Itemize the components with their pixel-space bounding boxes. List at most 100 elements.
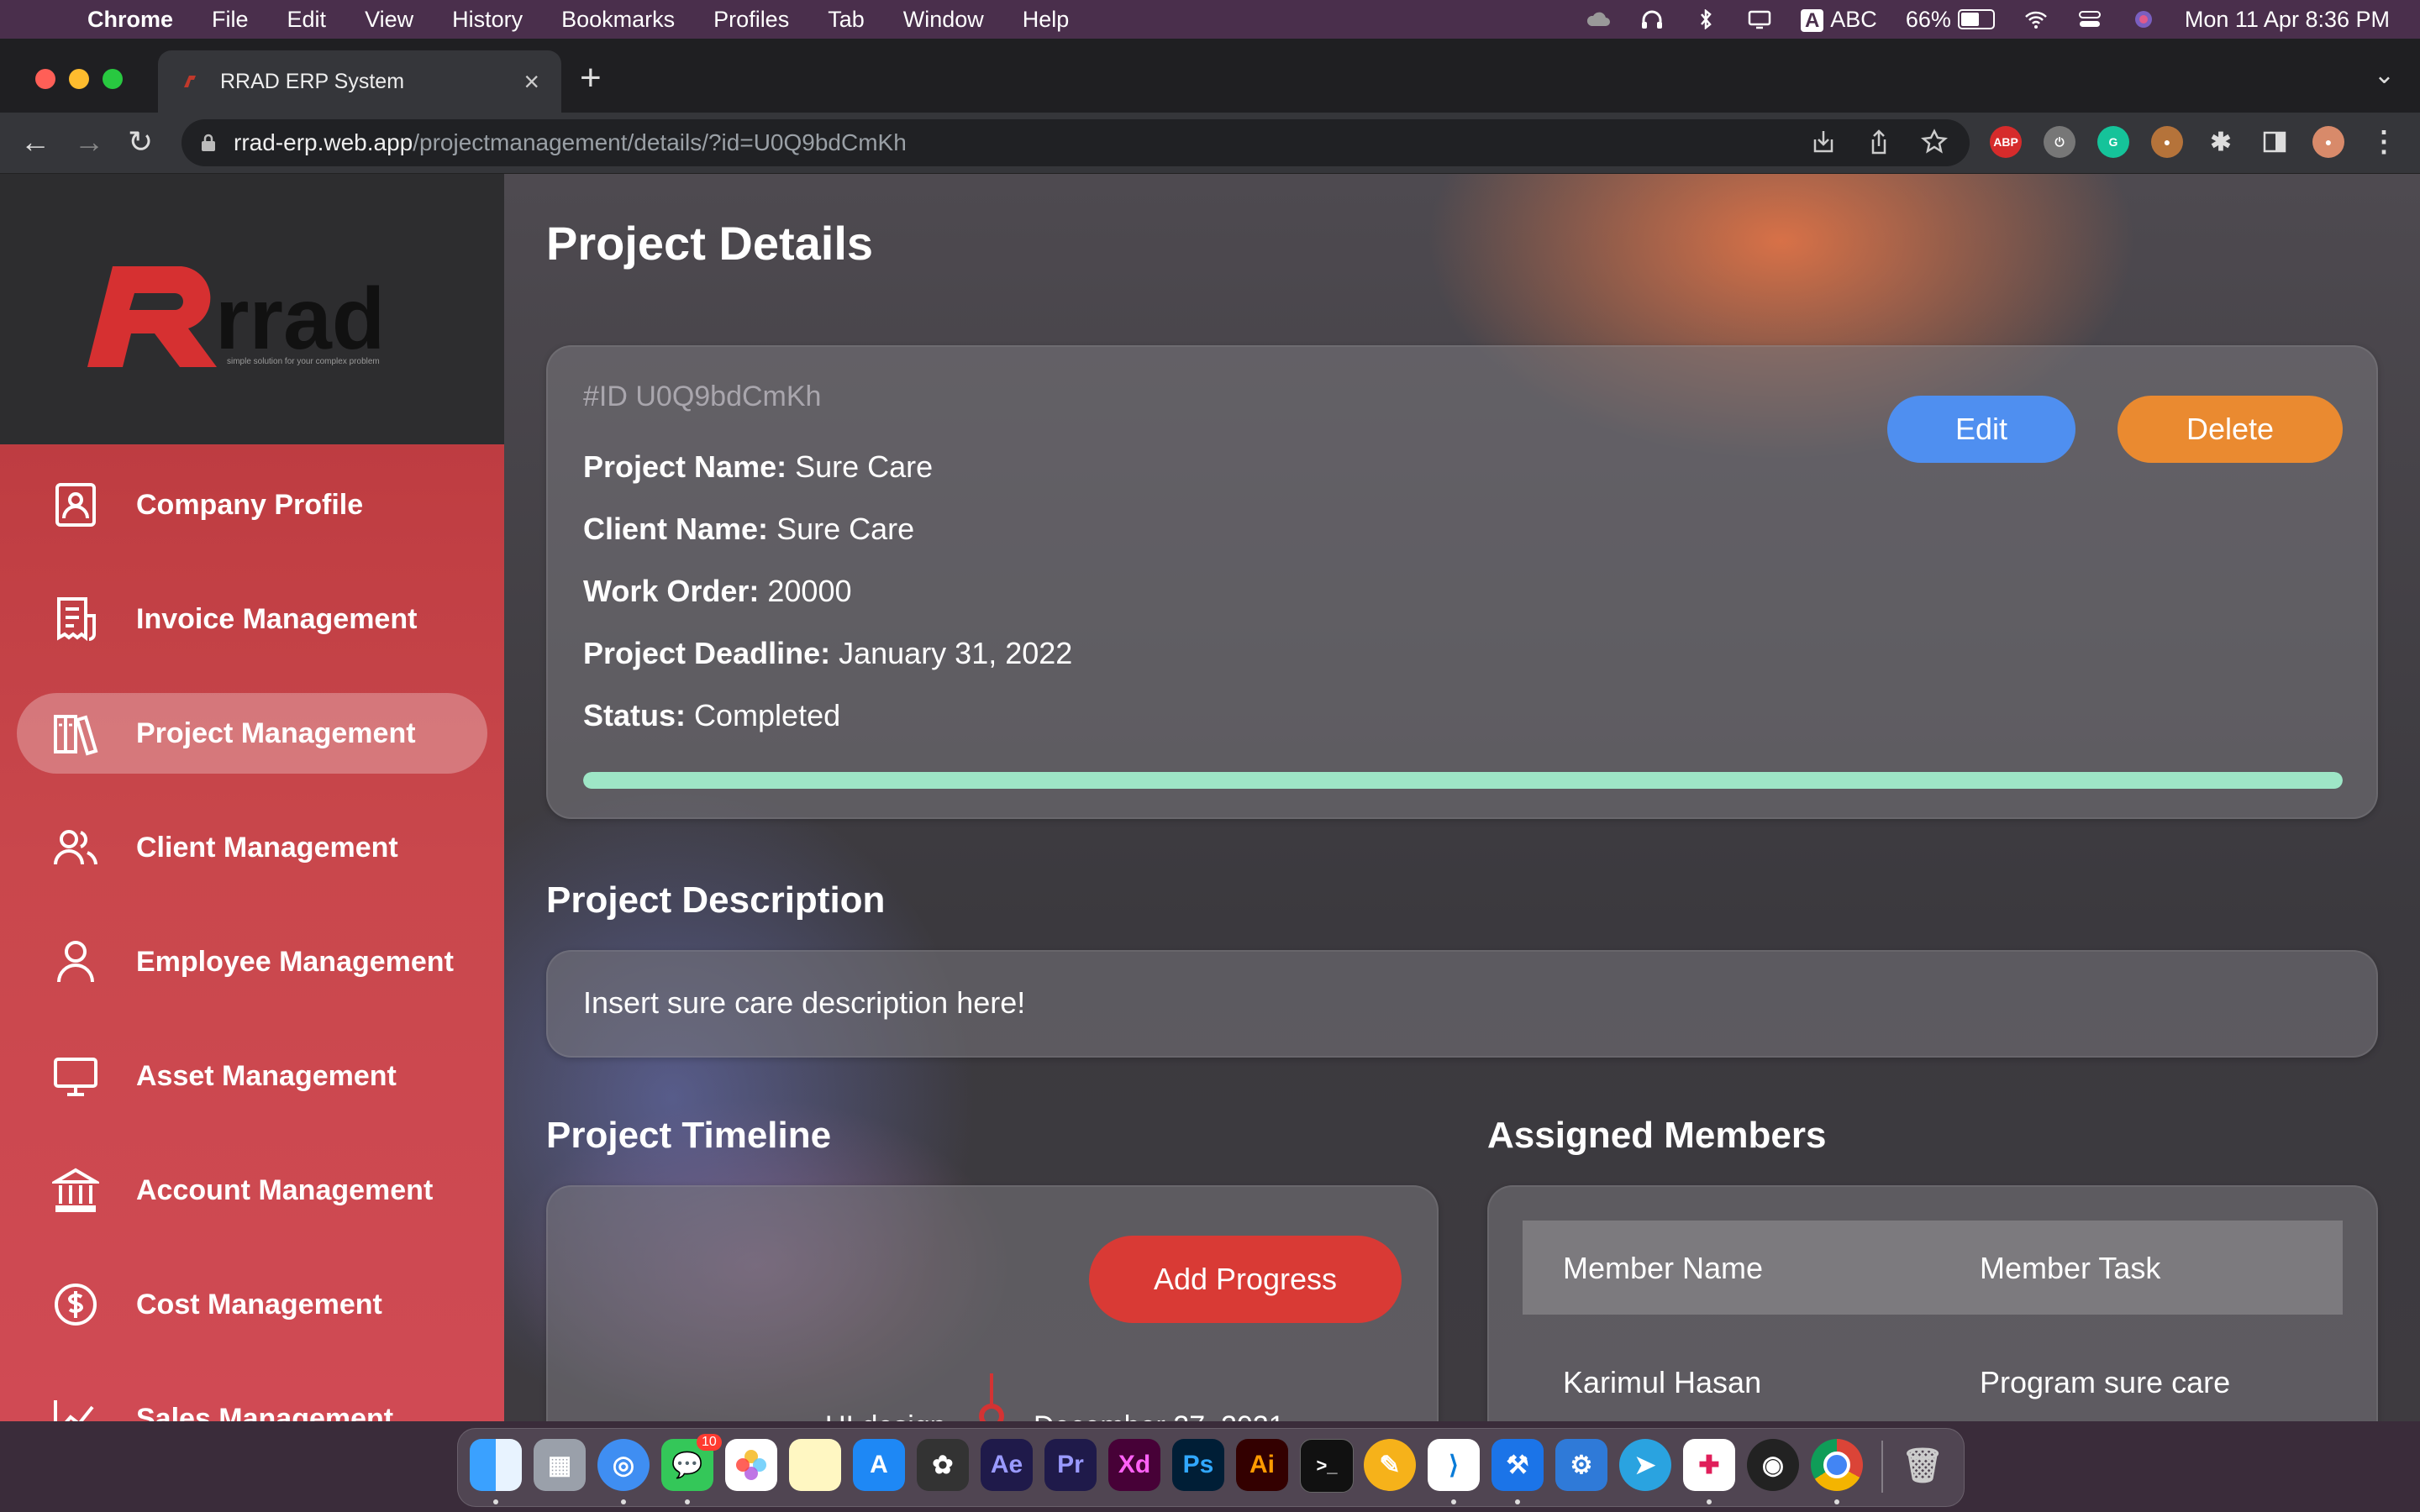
address-bar[interactable]: rrad-erp.web.app/projectmanagement/detai… (182, 119, 1970, 166)
menubar-clock[interactable]: Mon 11 Apr 8:36 PM (2185, 7, 2390, 33)
sidebar-item-client-management[interactable]: Client Management (17, 807, 487, 888)
share-icon[interactable] (1865, 128, 1892, 156)
chrome-menu-icon[interactable]: ⋮ (2368, 126, 2400, 158)
edit-button[interactable]: Edit (1887, 396, 2075, 463)
sidebar-item-employee-management[interactable]: Employee Management (17, 921, 487, 1002)
grammarly-icon[interactable]: G (2097, 126, 2129, 158)
close-tab-icon[interactable]: × (523, 66, 539, 97)
bluetooth-icon[interactable] (1693, 9, 1718, 29)
sidebar-item-project-management[interactable]: Project Management (17, 693, 487, 774)
headphones-icon[interactable] (1639, 9, 1665, 29)
member-task-cell: Program sure care (1980, 1365, 2231, 1399)
browser-tab-active[interactable]: RRAD ERP System × (158, 50, 561, 113)
power-extension-icon[interactable]: ⏻ (2044, 126, 2075, 158)
field-value: 20000 (767, 574, 852, 608)
delete-button[interactable]: Delete (2118, 396, 2343, 463)
tab-title: RRAD ERP System (220, 69, 405, 93)
xcode-tools-icon[interactable]: ⚙ (1555, 1439, 1607, 1491)
rrad-logo[interactable]: rrad simple solution for your complex pr… (81, 249, 450, 384)
sidebar-item-cost-management[interactable]: Cost Management (17, 1264, 487, 1345)
description-text: Insert sure care description here! (583, 985, 1026, 1020)
notes-icon[interactable] (789, 1439, 841, 1491)
trash-icon[interactable]: 🗑 (1897, 1439, 1949, 1491)
zoom-window-button[interactable] (103, 69, 123, 89)
field-label: Client Name: (583, 512, 769, 546)
launchpad-icon[interactable]: ▦ (534, 1439, 586, 1491)
profile-avatar[interactable]: ● (2312, 126, 2344, 158)
forward-button[interactable]: → (74, 124, 104, 160)
sidebar-item-label: Cost Management (136, 1288, 382, 1320)
members-table-header: Member Name Member Task (1523, 1221, 2343, 1315)
new-tab-button[interactable]: + (580, 57, 602, 99)
menu-file[interactable]: File (212, 7, 249, 33)
control-center-icon[interactable] (2077, 9, 2102, 29)
siri-icon[interactable] (2131, 9, 2156, 29)
extensions-puzzle-icon[interactable]: ✱ (2205, 126, 2237, 158)
back-button[interactable]: ← (20, 124, 50, 160)
after-effects-icon[interactable]: Ae (981, 1439, 1033, 1491)
photos-icon[interactable] (725, 1439, 777, 1491)
url-path: /projectmanagement/details/?id=U0Q9bdCmK… (413, 129, 907, 155)
input-source-letter: A (1800, 8, 1824, 32)
premiere-pro-icon[interactable]: Pr (1044, 1439, 1097, 1491)
adblock-plus-icon[interactable]: ABP (1990, 126, 2022, 158)
illustrator-icon[interactable]: Ai (1236, 1439, 1288, 1491)
menu-edit[interactable]: Edit (287, 7, 327, 33)
wifi-icon[interactable] (2023, 9, 2049, 29)
menu-app-name[interactable]: Chrome (87, 7, 173, 33)
finder-icon[interactable] (470, 1439, 522, 1491)
display-icon[interactable] (1747, 9, 1772, 29)
sidebar-item-asset-management[interactable]: Asset Management (17, 1036, 487, 1116)
bookmark-star-icon[interactable] (1921, 128, 1948, 156)
xd-icon[interactable]: Xd (1108, 1439, 1160, 1491)
terminal-icon[interactable]: >_ (1300, 1439, 1354, 1493)
battery-indicator[interactable]: 66% (1906, 7, 1995, 33)
reload-button[interactable]: ↻ (128, 124, 153, 160)
vscode-icon[interactable]: ⟩ (1428, 1439, 1480, 1491)
cloud-icon[interactable] (1586, 9, 1611, 29)
photoshop-icon[interactable]: Ps (1172, 1439, 1224, 1491)
project-details-card: #ID U0Q9bdCmKh Edit Delete Project Name:… (546, 345, 2378, 819)
running-indicator (1451, 1499, 1456, 1504)
field-work-order: Work Order: 20000 (583, 574, 852, 609)
menu-help[interactable]: Help (1023, 7, 1070, 33)
description-heading: Project Description (546, 879, 886, 921)
sidebar-item-company-profile[interactable]: Company Profile (17, 465, 487, 545)
xcode-icon[interactable]: ⚒ (1491, 1439, 1544, 1491)
sidebar-item-sales-management[interactable]: Sales Management (17, 1378, 487, 1421)
davinci-resolve-icon[interactable]: ✿ (917, 1439, 969, 1491)
install-app-icon[interactable] (1810, 128, 1837, 156)
members-card: Member Name Member Task Karimul Hasan Pr… (1487, 1185, 2378, 1421)
timeline-card: Add Progress UI design December 27, 2021 (546, 1185, 1439, 1421)
menu-profiles[interactable]: Profiles (713, 7, 789, 33)
menu-tab[interactable]: Tab (828, 7, 865, 33)
receipt-icon (57, 597, 96, 642)
pages-icon[interactable]: ✎ (1364, 1439, 1416, 1491)
battery-percent: 66% (1905, 6, 1951, 32)
menu-history[interactable]: History (452, 7, 523, 33)
browser-toolbar: ← → ↻ rrad-erp.web.app/projectmanagement… (0, 113, 2420, 174)
menu-window[interactable]: Window (903, 7, 984, 33)
url-host: rrad-erp.web.app (234, 129, 413, 155)
safari-icon[interactable]: ◎ (597, 1439, 650, 1491)
chart-line-icon (54, 1400, 94, 1421)
field-label: Project Name: (583, 449, 787, 484)
sidebar-item-invoice-management[interactable]: Invoice Management (17, 579, 487, 659)
telegram-icon[interactable]: ➤ (1619, 1439, 1671, 1491)
slack-icon[interactable]: ✚ (1683, 1439, 1735, 1491)
menu-view[interactable]: View (365, 7, 413, 33)
menu-bookmarks[interactable]: Bookmarks (561, 7, 675, 33)
input-source[interactable]: A ABC (1800, 7, 1877, 33)
sidebar-item-account-management[interactable]: Account Management (17, 1150, 487, 1231)
app-store-icon[interactable]: A (853, 1439, 905, 1491)
obs-icon[interactable]: ◉ (1747, 1439, 1799, 1491)
add-progress-button[interactable]: Add Progress (1089, 1236, 1402, 1323)
logo-wordmark: rrad (215, 270, 385, 368)
tab-search-chevron-icon[interactable]: ⌄ (2374, 60, 2395, 90)
side-panel-icon[interactable] (2259, 126, 2291, 158)
field-status: Status: Completed (583, 698, 840, 733)
minimize-window-button[interactable] (69, 69, 89, 89)
chrome-icon[interactable] (1811, 1439, 1863, 1491)
cookie-icon[interactable]: ● (2151, 126, 2183, 158)
close-window-button[interactable] (35, 69, 55, 89)
